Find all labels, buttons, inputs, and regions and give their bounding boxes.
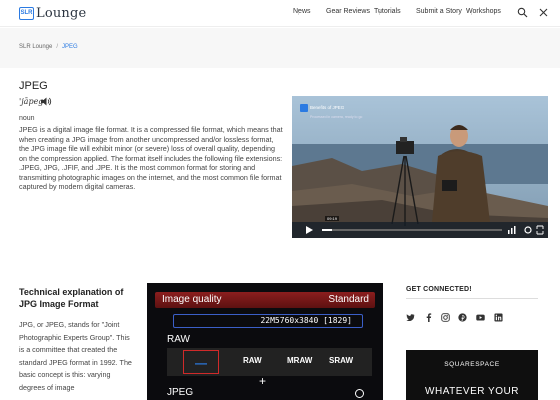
site-header: SLR Lounge News ⋮ Gear Reviews Tutorials ⋮… bbox=[0, 0, 560, 27]
close-icon[interactable] bbox=[538, 7, 549, 18]
video-controls-bar bbox=[306, 225, 544, 235]
raw-option-selected: — bbox=[183, 350, 219, 374]
video-timestamp: 09:19 bbox=[325, 216, 340, 221]
raw-option-sraw: SRAW bbox=[329, 356, 353, 365]
camera-menu-image: Image quality Standard 22M5760x3840 [182… bbox=[147, 283, 383, 400]
raw-option-mraw: MRAW bbox=[287, 356, 313, 365]
raw-options-row: — RAW MRAW SRAW bbox=[167, 348, 372, 376]
ad-brand: SQUARESPACE bbox=[444, 361, 500, 368]
youtube-icon[interactable] bbox=[476, 313, 485, 322]
main-nav: News ⋮ Gear Reviews Tutorials ⋮ Submit a S… bbox=[293, 8, 501, 16]
menu-dots-icon: ⋮ bbox=[468, 9, 475, 16]
heading-divider bbox=[406, 298, 538, 299]
nav-item-gear-reviews[interactable]: Gear Reviews bbox=[326, 8, 370, 15]
ad-headline: WHATEVER YOUR bbox=[425, 386, 519, 397]
nav-item-submit-story[interactable]: Submit a Story bbox=[416, 8, 462, 15]
image-quality-bar: Image quality Standard bbox=[155, 292, 375, 308]
video-title: Benefits of JPEG bbox=[310, 105, 345, 110]
breadcrumb-home[interactable]: SLR Lounge bbox=[19, 44, 52, 50]
raw-option-off: — bbox=[195, 356, 207, 370]
section-heading: Technical explanation of JPG Image Forma… bbox=[19, 287, 124, 309]
channel-badge-icon bbox=[300, 104, 308, 112]
image-quality-value: Standard bbox=[328, 294, 369, 305]
definition-text: JPEG is a digital image file format. It … bbox=[19, 125, 283, 191]
video-subtitle: Processed in camera, ready to go bbox=[310, 115, 363, 119]
video-controls bbox=[292, 222, 548, 238]
breadcrumb: SLR Lounge / JPEG bbox=[19, 44, 78, 50]
get-connected-heading: GET CONNECTED! bbox=[406, 286, 472, 293]
video-player[interactable]: Benefits of JPEG Processed in camera, re… bbox=[292, 96, 548, 238]
menu-dots-icon: ⋮ bbox=[295, 9, 302, 16]
instagram-icon[interactable] bbox=[441, 313, 450, 322]
resolution-text: 22M5760x3840 [1829] bbox=[260, 316, 352, 325]
speaker-icon[interactable] bbox=[41, 97, 52, 106]
raw-option-raw: RAW bbox=[243, 356, 262, 365]
part-of-speech: noun bbox=[19, 115, 35, 122]
search-icon[interactable] bbox=[517, 7, 528, 18]
jpeg-label: JPEG bbox=[167, 387, 194, 398]
linkedin-icon[interactable] bbox=[494, 313, 503, 322]
jpeg-indicator-icon bbox=[355, 389, 364, 398]
breadcrumb-band bbox=[0, 28, 560, 68]
breadcrumb-current[interactable]: JPEG bbox=[62, 44, 78, 50]
pinterest-icon[interactable] bbox=[458, 313, 467, 322]
squarespace-ad[interactable]: SQUARESPACE WHATEVER YOUR bbox=[406, 350, 538, 400]
plus-sign: + bbox=[259, 374, 267, 388]
page-title: JPEG bbox=[19, 80, 48, 92]
section-text: JPG, or JPEG, stands for "Joint Photogra… bbox=[19, 320, 132, 392]
facebook-icon[interactable] bbox=[424, 313, 433, 322]
twitter-icon[interactable] bbox=[406, 313, 415, 322]
image-quality-label: Image quality bbox=[162, 294, 222, 305]
resolution-readout: 22M5760x3840 [1829] bbox=[173, 314, 363, 328]
raw-label: RAW bbox=[167, 334, 190, 345]
menu-dots-icon: ⋮ bbox=[376, 9, 383, 16]
phonetic-spelling: 'jāpeg bbox=[19, 97, 44, 106]
breadcrumb-separator: / bbox=[56, 44, 59, 50]
